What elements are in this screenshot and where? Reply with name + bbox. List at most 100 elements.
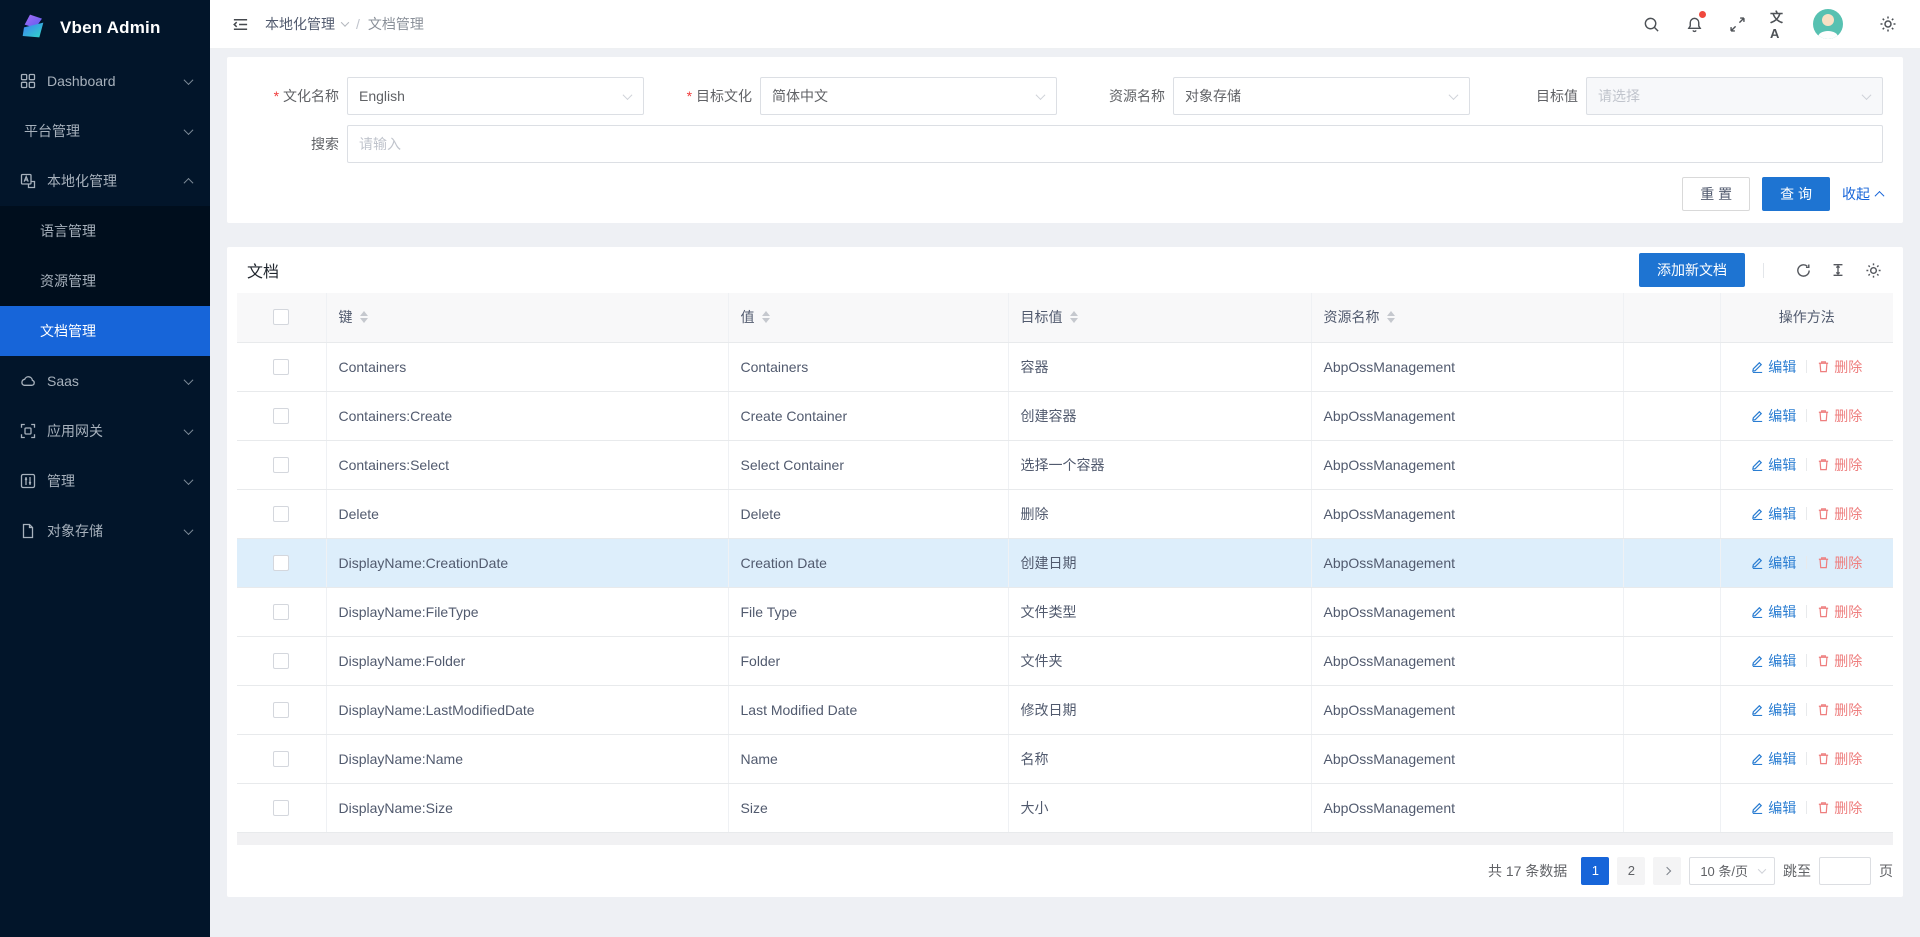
delete-button[interactable]: 删除 <box>1817 700 1862 720</box>
delete-button[interactable]: 删除 <box>1817 798 1862 818</box>
spacer-cell <box>1623 489 1720 538</box>
localization-submenu: 语言管理 资源管理 文档管理 <box>0 206 210 356</box>
delete-button[interactable]: 删除 <box>1817 749 1862 769</box>
target-value-select[interactable]: 请选择 <box>1586 77 1883 115</box>
avatar[interactable] <box>1813 9 1843 39</box>
row-checkbox[interactable] <box>273 653 289 669</box>
delete-button[interactable]: 删除 <box>1817 504 1862 524</box>
edit-button[interactable]: 编辑 <box>1751 553 1796 573</box>
sidebar: Vben Admin Dashboard 平台管理 本地化管理 语言管理 <box>0 0 210 937</box>
sort-icon[interactable] <box>1387 311 1395 323</box>
row-checkbox[interactable] <box>273 751 289 767</box>
edit-button[interactable]: 编辑 <box>1751 602 1796 622</box>
sort-icon[interactable] <box>762 311 770 323</box>
field-label: 文化名称 <box>247 86 339 106</box>
collapse-link[interactable]: 收起 <box>1842 184 1883 204</box>
row-height-icon[interactable] <box>1828 260 1848 280</box>
field-label: 搜索 <box>247 134 339 154</box>
culture-name-select[interactable]: English <box>347 77 644 115</box>
chevron-down-icon <box>1758 865 1766 873</box>
edit-button[interactable]: 编辑 <box>1751 700 1796 720</box>
page-button-1[interactable]: 1 <box>1581 857 1609 885</box>
sidebar-item-localization[interactable]: 本地化管理 <box>0 156 210 206</box>
cell-value: Last Modified Date <box>728 685 1008 734</box>
chevron-down-icon <box>184 125 194 135</box>
sort-icon[interactable] <box>1070 311 1078 323</box>
edit-button[interactable]: 编辑 <box>1751 798 1796 818</box>
fullscreen-icon[interactable] <box>1727 14 1747 34</box>
horizontal-scrollbar[interactable] <box>237 833 1893 845</box>
resource-name-select[interactable]: 对象存储 <box>1173 77 1470 115</box>
edit-button[interactable]: 编辑 <box>1751 749 1796 769</box>
delete-button[interactable]: 删除 <box>1817 553 1862 573</box>
table-row: Containers:Select Select Container 选择一个容… <box>237 440 1893 489</box>
select-all-checkbox[interactable] <box>273 309 289 325</box>
breadcrumb-parent[interactable]: 本地化管理 <box>265 14 348 34</box>
refresh-icon[interactable] <box>1793 260 1813 280</box>
cell-value: File Type <box>728 587 1008 636</box>
sidebar-item-object-storage[interactable]: 对象存储 <box>0 506 210 556</box>
row-checkbox[interactable] <box>273 555 289 571</box>
chevron-down-icon <box>184 425 194 435</box>
app-logo[interactable]: Vben Admin <box>0 0 210 56</box>
pagination: 共 17 条数据 1 2 10 条/页 跳至 页 <box>237 857 1893 885</box>
edit-button[interactable]: 编辑 <box>1751 651 1796 671</box>
next-page-button[interactable] <box>1653 857 1681 885</box>
add-document-button[interactable]: 添加新文档 <box>1639 253 1745 287</box>
search-input[interactable] <box>347 125 1883 163</box>
jump-page-input[interactable] <box>1819 857 1871 885</box>
search-icon[interactable] <box>1641 14 1661 34</box>
column-settings-icon[interactable] <box>1863 260 1883 280</box>
sidebar-item-management[interactable]: 管理 <box>0 456 210 506</box>
delete-button[interactable]: 删除 <box>1817 406 1862 426</box>
edit-button[interactable]: 编辑 <box>1751 406 1796 426</box>
sidebar-item-resource-mgmt[interactable]: 资源管理 <box>0 256 210 306</box>
delete-button[interactable]: 删除 <box>1817 602 1862 622</box>
target-culture-select[interactable]: 简体中文 <box>760 77 1057 115</box>
sidebar-item-label: 管理 <box>47 471 185 491</box>
sidebar-item-document-mgmt[interactable]: 文档管理 <box>0 306 210 356</box>
delete-button[interactable]: 删除 <box>1817 455 1862 475</box>
row-checkbox[interactable] <box>273 702 289 718</box>
row-checkbox[interactable] <box>273 359 289 375</box>
edit-button[interactable]: 编辑 <box>1751 455 1796 475</box>
sidebar-item-platform[interactable]: 平台管理 <box>0 106 210 156</box>
menu-fold-icon[interactable] <box>232 16 249 33</box>
jump-suffix: 页 <box>1879 861 1893 881</box>
column-header-target: 目标值 <box>1021 307 1063 327</box>
sort-icon[interactable] <box>360 311 368 323</box>
table-body: Containers Containers 容器 AbpOssManagemen… <box>237 342 1893 832</box>
notification-badge <box>1699 11 1706 18</box>
row-checkbox[interactable] <box>273 457 289 473</box>
cloud-icon <box>20 373 37 390</box>
field-label: 目标值 <box>1486 86 1578 106</box>
sidebar-item-saas[interactable]: Saas <box>0 356 210 406</box>
file-icon <box>20 523 37 540</box>
row-checkbox[interactable] <box>273 408 289 424</box>
cell-key: DisplayName:Folder <box>326 636 728 685</box>
row-checkbox[interactable] <box>273 800 289 816</box>
page-button-2[interactable]: 2 <box>1617 857 1645 885</box>
reset-button[interactable]: 重 置 <box>1682 177 1750 211</box>
edit-button[interactable]: 编辑 <box>1751 357 1796 377</box>
query-button[interactable]: 查 询 <box>1762 177 1830 211</box>
delete-button[interactable]: 删除 <box>1817 651 1862 671</box>
cell-target: 文件类型 <box>1008 587 1311 636</box>
notification-icon[interactable] <box>1684 14 1704 34</box>
sidebar-item-language-mgmt[interactable]: 语言管理 <box>0 206 210 256</box>
edit-button[interactable]: 编辑 <box>1751 504 1796 524</box>
settings-icon[interactable] <box>1878 14 1898 34</box>
page-size-select[interactable]: 10 条/页 <box>1689 857 1775 885</box>
cell-key: Containers:Select <box>326 440 728 489</box>
translate-icon[interactable]: 文A <box>1770 14 1790 34</box>
row-checkbox[interactable] <box>273 604 289 620</box>
delete-button[interactable]: 删除 <box>1817 357 1862 377</box>
cell-target: 容器 <box>1008 342 1311 391</box>
cell-resource: AbpOssManagement <box>1311 734 1623 783</box>
sidebar-item-dashboard[interactable]: Dashboard <box>0 56 210 106</box>
row-checkbox[interactable] <box>273 506 289 522</box>
sidebar-item-gateway[interactable]: 应用网关 <box>0 406 210 456</box>
spacer-cell <box>1623 391 1720 440</box>
filter-card: 文化名称 English 目标文化 简体中文 资源名称 对象存储 <box>227 57 1903 223</box>
field-target-culture: 目标文化 简体中文 <box>660 77 1057 115</box>
